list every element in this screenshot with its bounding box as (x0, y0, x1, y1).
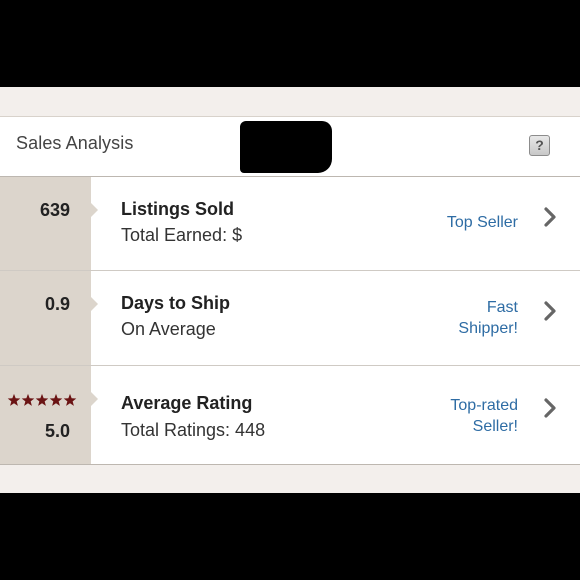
average-rating-row[interactable]: 5.0 Average Rating Total Ratings: 448 To… (0, 366, 580, 465)
badge-line: Fast (486, 299, 518, 316)
days-to-ship-label: Days to Ship (121, 293, 231, 313)
total-earned-label: Total Earned: $ (121, 225, 243, 245)
average-rating-value: 5.0 (44, 421, 70, 441)
stat-panel: 639 (0, 177, 98, 270)
days-to-ship-value: 0.9 (44, 294, 70, 314)
on-average-label: On Average (121, 319, 216, 339)
days-to-ship-row[interactable]: 0.9 Days to Ship On Average Fast Shipper… (0, 271, 580, 366)
badge-line: Seller! (472, 418, 518, 435)
listings-sold-count: 639 (39, 200, 70, 220)
total-ratings-label: Total Ratings: 448 (121, 420, 266, 440)
star-icon (49, 393, 63, 406)
star-icon (7, 393, 21, 406)
top-rated-seller-badge: Top-rated Seller! (450, 395, 518, 437)
fast-shipper-badge: Fast Shipper! (458, 297, 518, 339)
badge-line: Top-rated (450, 397, 518, 414)
stat-panel: 0.9 (0, 271, 98, 365)
average-rating-label: Average Rating (121, 393, 253, 413)
chevron-right-icon[interactable] (543, 398, 557, 418)
redaction-mark (240, 121, 332, 173)
badge-line: Shipper! (458, 320, 518, 337)
top-seller-badge: Top Seller (447, 212, 518, 233)
help-button[interactable]: ? (529, 135, 550, 156)
star-icon (63, 393, 77, 406)
five-star-rating-icon (7, 393, 77, 407)
stat-panel: 5.0 (0, 366, 98, 464)
listings-sold-row[interactable]: 639 Listings Sold Total Earned: $ Top Se… (0, 177, 580, 271)
page-title: Sales Analysis (16, 133, 134, 153)
chevron-right-icon[interactable] (543, 207, 557, 227)
chevron-right-icon[interactable] (543, 301, 557, 321)
badge-line: Top Seller (446, 214, 518, 231)
star-icon (21, 393, 35, 406)
listings-sold-label: Listings Sold (121, 199, 235, 219)
star-icon (35, 393, 49, 406)
